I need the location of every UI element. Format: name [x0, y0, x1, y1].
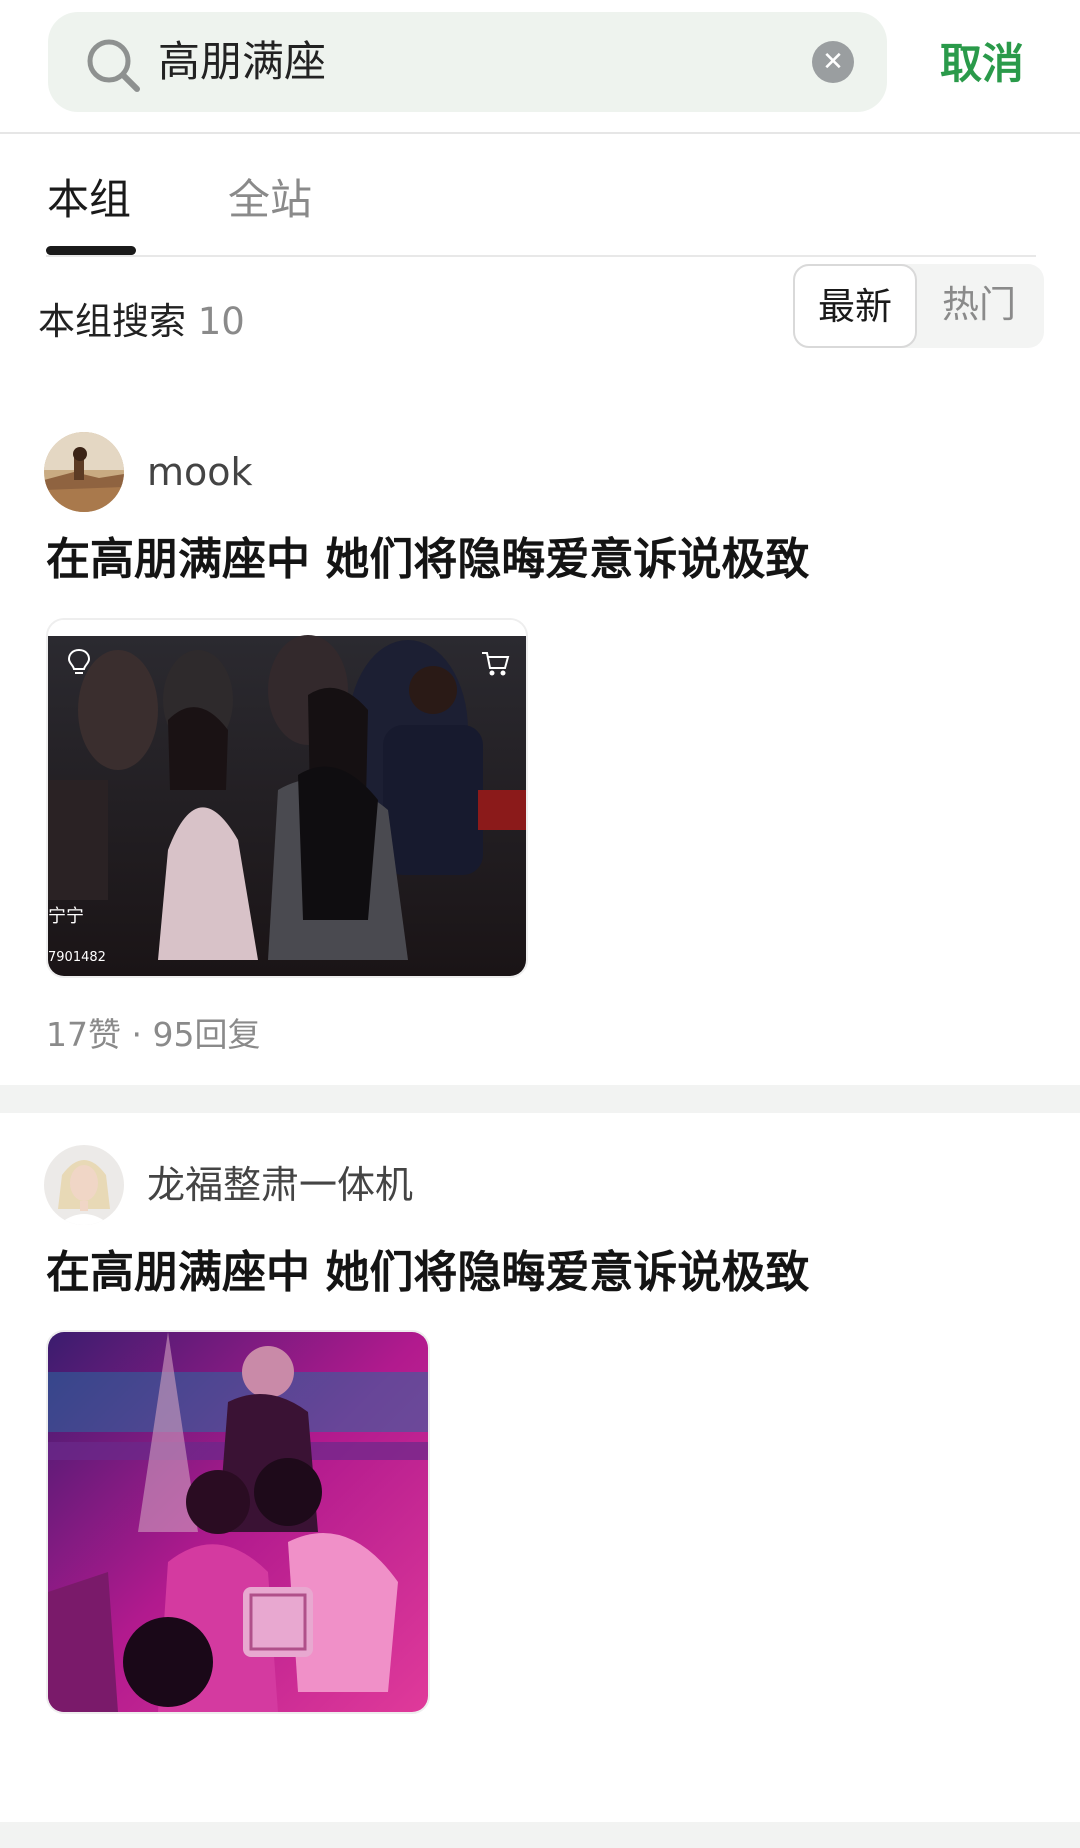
avatar[interactable] — [44, 1145, 124, 1225]
image-caption-name: 宁宁 — [48, 906, 84, 927]
post-card[interactable]: 龙福整肃一体机 在高朋满座中 她们将隐晦爱意诉说极致 — [0, 1133, 1080, 1848]
result-count-number: 10 — [197, 300, 245, 343]
close-icon: ✕ — [822, 47, 844, 77]
search-query[interactable]: 高朋满座 — [158, 36, 326, 88]
sort-hot-button[interactable]: 热门 — [917, 264, 1041, 348]
cart-icon — [482, 652, 510, 676]
cancel-button[interactable]: 取消 — [940, 38, 1024, 90]
tab-whole-site[interactable]: 全站 — [228, 174, 312, 226]
active-tab-indicator — [46, 246, 136, 255]
post-card[interactable]: mook 在高朋满座中 她们将隐晦爱意诉说极致 宁宁 7901482 17赞 ·… — [0, 420, 1080, 1085]
search-icon — [87, 39, 140, 92]
avatar[interactable] — [44, 432, 124, 512]
post-image[interactable] — [46, 1330, 430, 1714]
post-title[interactable]: 在高朋满座中 她们将隐晦爱意诉说极致 — [46, 1245, 809, 1301]
image-caption-id: 7901482 — [48, 950, 106, 965]
result-count: 本组搜索 10 — [38, 298, 245, 346]
post-author[interactable]: 龙福整肃一体机 — [147, 1161, 413, 1209]
search-input[interactable]: 高朋满座 ✕ — [48, 12, 887, 112]
post-stats: 17赞 · 95回复 — [46, 1015, 261, 1054]
post-separator — [0, 1085, 1080, 1113]
lightbulb-icon — [67, 648, 91, 674]
result-count-label: 本组搜索 — [38, 300, 186, 343]
post-separator — [0, 1822, 1080, 1848]
tab-this-group[interactable]: 本组 — [47, 174, 131, 226]
post-author[interactable]: mook — [147, 448, 253, 496]
scope-tabs: 本组 全站 — [0, 134, 1080, 258]
search-bar: 高朋满座 ✕ 取消 — [0, 0, 1080, 134]
sort-latest-button[interactable]: 最新 — [793, 264, 917, 348]
sort-toggle: 最新 热门 — [793, 264, 1044, 348]
post-image[interactable]: 宁宁 7901482 — [46, 618, 528, 978]
clear-search-button[interactable]: ✕ — [812, 41, 854, 83]
post-title[interactable]: 在高朋满座中 她们将隐晦爱意诉说极致 — [46, 532, 809, 588]
tabs-divider — [46, 255, 1036, 257]
